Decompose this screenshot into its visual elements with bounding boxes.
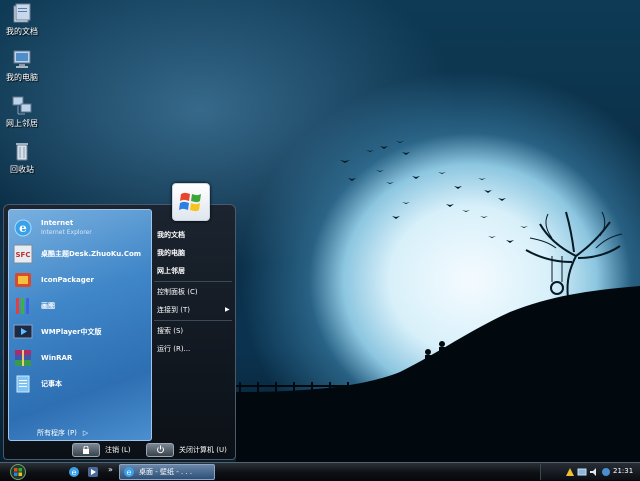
user-picture[interactable] [172, 183, 210, 221]
desktop-icon-label: 回收站 [10, 165, 34, 174]
internet-explorer-icon: e [124, 467, 134, 477]
program-item-zhuoku[interactable]: SFC 桌酷主题Desk.ZhuoKu.Com [13, 243, 147, 265]
program-item-paint[interactable]: 画图 [13, 295, 147, 317]
desktop-icon-my-documents[interactable]: 我的文档 [0, 2, 44, 37]
shutdown-label: 关闭计算机 (U) [179, 445, 227, 454]
internet-explorer-icon: e [14, 219, 32, 237]
power-icon [146, 442, 174, 457]
quicklaunch-ie-icon[interactable]: e [68, 466, 80, 478]
shutdown-button[interactable]: 关闭计算机 (U) [146, 442, 227, 457]
program-item-winrar[interactable]: WinRAR [13, 347, 147, 369]
all-programs-button[interactable]: 所有程序 (P) ▷ [37, 428, 88, 438]
program-name: 桌酷主题Desk.ZhuoKu.Com [41, 249, 142, 258]
my-documents-icon [13, 3, 31, 23]
my-computer-icon [13, 50, 31, 68]
start-button[interactable] [6, 464, 30, 480]
program-item-notepad[interactable]: 记事本 [13, 373, 147, 395]
taskbar-window-button[interactable]: e 桌面 - 壁纸 - . . . [119, 464, 215, 480]
menu-item-control-panel[interactable]: 控制面板 (C) [157, 287, 198, 297]
desktop-icon-label: 我的电脑 [6, 73, 38, 82]
program-item-internet[interactable]: e Internet Internet Explorer [13, 217, 147, 239]
menu-item-my-computer[interactable]: 我的电脑 [157, 248, 185, 258]
program-name: WinRAR [41, 353, 73, 362]
menu-item-connect-to[interactable]: 连接到 (T) [157, 305, 190, 315]
program-name: 记事本 [41, 379, 62, 388]
paint-icon [16, 298, 29, 314]
program-name: WMPlayer中文版 [41, 327, 102, 336]
menu-separator [154, 320, 232, 321]
desktop-icon-my-computer[interactable]: 我的电脑 [0, 48, 44, 83]
quicklaunch-more-icon[interactable]: » [108, 465, 113, 474]
program-item-iconpackager[interactable]: IconPackager [13, 269, 147, 291]
taskbar-window-title: 桌面 - 壁纸 - . . . [139, 468, 193, 476]
notepad-icon [16, 375, 30, 393]
menu-separator [154, 281, 232, 282]
tray-warning-icon[interactable] [565, 467, 575, 477]
svg-text:e: e [127, 468, 132, 477]
recycle-bin-icon [16, 143, 28, 161]
taskbar-clock[interactable]: 21:31 [613, 467, 633, 475]
svg-text:e: e [72, 468, 77, 477]
desktop-icon-network-places[interactable]: 网上邻居 [0, 94, 44, 129]
winrar-icon [15, 350, 31, 366]
program-name: 画图 [41, 301, 55, 310]
quicklaunch-media-icon[interactable] [87, 466, 99, 478]
tray-volume-icon[interactable] [589, 467, 599, 477]
zhuoku-icon: SFC [13, 244, 33, 264]
desktop-icon-label: 网上邻居 [6, 119, 38, 128]
svg-text:SFC: SFC [16, 251, 31, 259]
logoff-label: 注销 (L) [105, 445, 131, 454]
windows-logo-icon [179, 192, 201, 212]
program-name: Internet [41, 219, 74, 227]
logoff-button[interactable]: 注销 (L) [72, 442, 131, 457]
all-programs-label: 所有程序 (P) [37, 429, 77, 437]
menu-item-network-places[interactable]: 网上邻居 [157, 266, 185, 276]
wmplayer-icon [13, 324, 33, 339]
menu-item-run[interactable]: 运行 (R)... [157, 344, 190, 354]
menu-item-my-documents[interactable]: 我的文档 [157, 230, 185, 240]
tray-network-icon[interactable] [577, 467, 587, 477]
program-subtitle: Internet Explorer [41, 229, 92, 236]
program-name: IconPackager [41, 275, 94, 284]
svg-text:e: e [19, 221, 27, 235]
iconpackager-icon [15, 273, 31, 287]
taskbar: e » e 桌面 - 壁纸 - . . . 21:31 [0, 462, 640, 481]
lock-icon [72, 442, 100, 457]
program-item-wmplayer[interactable]: WMPlayer中文版 [13, 321, 147, 343]
start-menu-programs-pane: e Internet Internet Explorer SFC 桌酷主题Des… [8, 209, 152, 441]
play-arrow-icon: ▷ [82, 429, 89, 437]
submenu-arrow-icon: ▶ [225, 306, 230, 313]
start-menu: e Internet Internet Explorer SFC 桌酷主题Des… [3, 204, 236, 460]
tray-app-icon[interactable] [601, 467, 611, 477]
network-places-icon [12, 96, 32, 115]
desktop-icon-label: 我的文档 [6, 27, 38, 36]
menu-item-search[interactable]: 搜索 (S) [157, 326, 183, 336]
desktop-icon-recycle-bin[interactable]: 回收站 [0, 140, 44, 175]
